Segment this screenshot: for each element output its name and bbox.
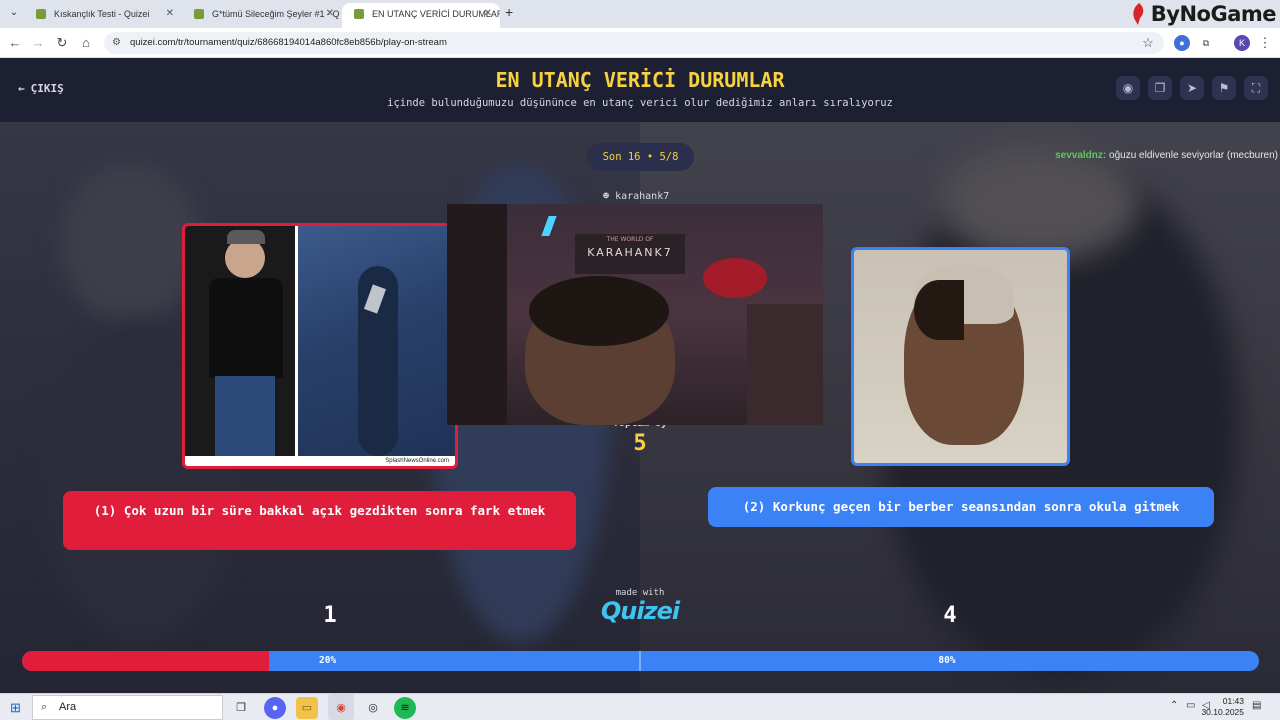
browser-tab[interactable]: Kıskançlık Testi - Quizei ✕ (24, 3, 182, 28)
back-arrow-icon[interactable]: ← (6, 34, 24, 52)
flag-icon[interactable]: ⚑ (1212, 76, 1236, 100)
new-tab-button[interactable]: + (505, 4, 513, 20)
quiz-subtitle: içinde bulunduğumuzu düşününce en utanç … (387, 97, 893, 109)
close-tab-icon[interactable]: ✕ (484, 3, 492, 25)
discord-icon[interactable]: ● (264, 697, 286, 719)
network-icon[interactable]: ▭ (1186, 700, 1195, 711)
browser-toolbar: ← → ↻ ⌂ ⚙ quizei.com/tr/tournament/quiz/… (0, 28, 1280, 58)
quiz-title: EN UTANÇ VERİCİ DURUMLAR (495, 68, 785, 92)
round-indicator: Son 16 • 5/8 (587, 143, 694, 171)
copy-icon[interactable]: ❐ (1148, 76, 1172, 100)
close-tab-icon[interactable]: ✕ (166, 3, 174, 25)
streamer-tag: ☻ karahank7 (603, 191, 670, 202)
notification-icon[interactable]: ▤ (1252, 700, 1261, 711)
option-left-percent: 20% (319, 655, 337, 666)
url-bar[interactable]: ⚙ quizei.com/tr/tournament/quiz/68668194… (104, 32, 1164, 54)
webcam-wall-sign: THE WORLD OF KARAHANK7 (575, 234, 685, 274)
option-right-vote-count: 4 (943, 603, 957, 628)
tray-chevron-icon[interactable]: ⌃ (1170, 700, 1178, 711)
browser-tab[interactable]: G*tümü Sileceğim Şeyler #1 - Q ✕ (182, 3, 342, 28)
vote-progress-bar: 20% 80% (22, 651, 1259, 671)
image-caption: SplashNewsOnline.com (185, 456, 455, 466)
browser-menu-icon[interactable]: ⋮ (1256, 34, 1274, 52)
quizei-favicon-icon (194, 9, 204, 19)
close-tab-icon[interactable]: ✕ (326, 3, 334, 25)
lips-neon-icon (703, 258, 767, 298)
bynogame-watermark: ByNoGame (1129, 0, 1277, 28)
profile-avatar[interactable]: K (1234, 35, 1250, 51)
system-clock[interactable]: 01:43 30.10.2025 (1201, 696, 1244, 718)
send-icon[interactable]: ➤ (1180, 76, 1204, 100)
fullscreen-icon[interactable]: ⛶ (1244, 76, 1268, 100)
chat-text: oğuzu eldivenle seviyorlar (mecburen) (1109, 150, 1278, 161)
site-info-icon[interactable]: ⚙ (112, 37, 124, 49)
browser-tab-bar: ⌄ Kıskançlık Testi - Quizei ✕ G*tümü Sil… (0, 0, 1280, 28)
forward-arrow-icon[interactable]: → (29, 34, 47, 52)
browser-tab-active[interactable]: EN UTANÇ VERİCİ DURUMLAR ✕ (342, 3, 500, 28)
option-right-percent: 80% (938, 655, 956, 666)
option-right-button[interactable]: (2) Korkunç geçen bir berber seansından … (708, 487, 1214, 527)
extension-icon[interactable]: ● (1174, 35, 1190, 51)
tab-search-button[interactable]: ⌄ (6, 5, 22, 21)
windows-taskbar: ⊞ ⌕ Ara ❐ ● ▭ ◉ ◎ ≋ ⌃ ▭ ◁ 01:43 30.10.20… (0, 693, 1280, 720)
windows-start-icon[interactable]: ⊞ (10, 701, 24, 715)
extensions-puzzle-icon[interactable]: ⧉ (1198, 35, 1214, 51)
obs-icon[interactable]: ◎ (362, 697, 384, 719)
option-left-image[interactable]: SplashNewsOnline.com (182, 223, 458, 469)
option-left-vote-count: 1 (323, 603, 337, 628)
eye-icon[interactable]: ◉ (1116, 76, 1140, 100)
streamer-avatar-icon: ☻ (603, 191, 610, 202)
taskbar-search[interactable]: ⌕ Ara (32, 695, 223, 720)
bynogame-logo-icon (1133, 3, 1144, 25)
option-right-image[interactable] (851, 247, 1070, 466)
bookmark-star-icon[interactable]: ☆ (1139, 34, 1157, 52)
url-text: quizei.com/tr/tournament/quiz/6866819401… (130, 37, 447, 48)
quiz-page: ← ÇIKIŞ EN UTANÇ VERİCİ DURUMLAR içinde … (0, 58, 1280, 693)
chrome-icon[interactable]: ◉ (330, 697, 352, 719)
home-icon[interactable]: ⌂ (77, 34, 95, 52)
quizei-favicon-icon (36, 9, 46, 19)
search-icon: ⌕ (41, 701, 48, 713)
streamer-webcam: THE WORLD OF KARAHANK7 (447, 204, 823, 425)
bynogame-brand-text: ByNoGame (1150, 2, 1277, 26)
reload-icon[interactable]: ↻ (53, 34, 71, 52)
quizei-favicon-icon (354, 9, 364, 19)
chat-message: sevvaldnz: oğuzu eldivenle seviyorlar (m… (1055, 150, 1278, 161)
quizei-logo[interactable]: Quizei (590, 597, 690, 625)
lightning-neon-icon (541, 216, 557, 236)
total-votes-value: 5 (633, 431, 647, 456)
vote-progress-left (22, 651, 269, 671)
task-view-icon[interactable]: ❐ (230, 697, 252, 719)
chat-username: sevvaldnz: (1055, 150, 1107, 161)
spotify-icon[interactable]: ≋ (394, 697, 416, 719)
quiz-header: ← ÇIKIŞ EN UTANÇ VERİCİ DURUMLAR içinde … (0, 58, 1280, 122)
option-left-button[interactable]: (1) Çok uzun bir süre bakkal açık gezdik… (63, 491, 576, 550)
file-explorer-icon[interactable]: ▭ (296, 697, 318, 719)
